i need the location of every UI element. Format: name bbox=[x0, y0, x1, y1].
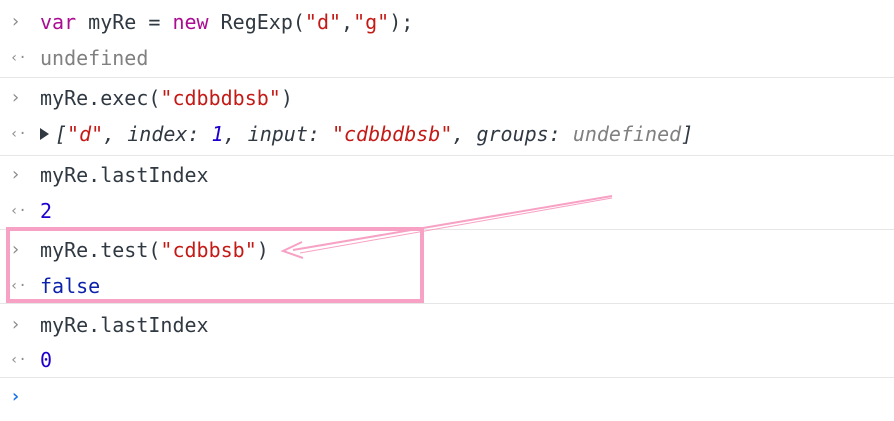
annotation-arrow-shaft-outline bbox=[299, 197, 613, 254]
annotation-arrow-shaft bbox=[292, 195, 613, 251]
annotation-arrow bbox=[280, 195, 613, 259]
